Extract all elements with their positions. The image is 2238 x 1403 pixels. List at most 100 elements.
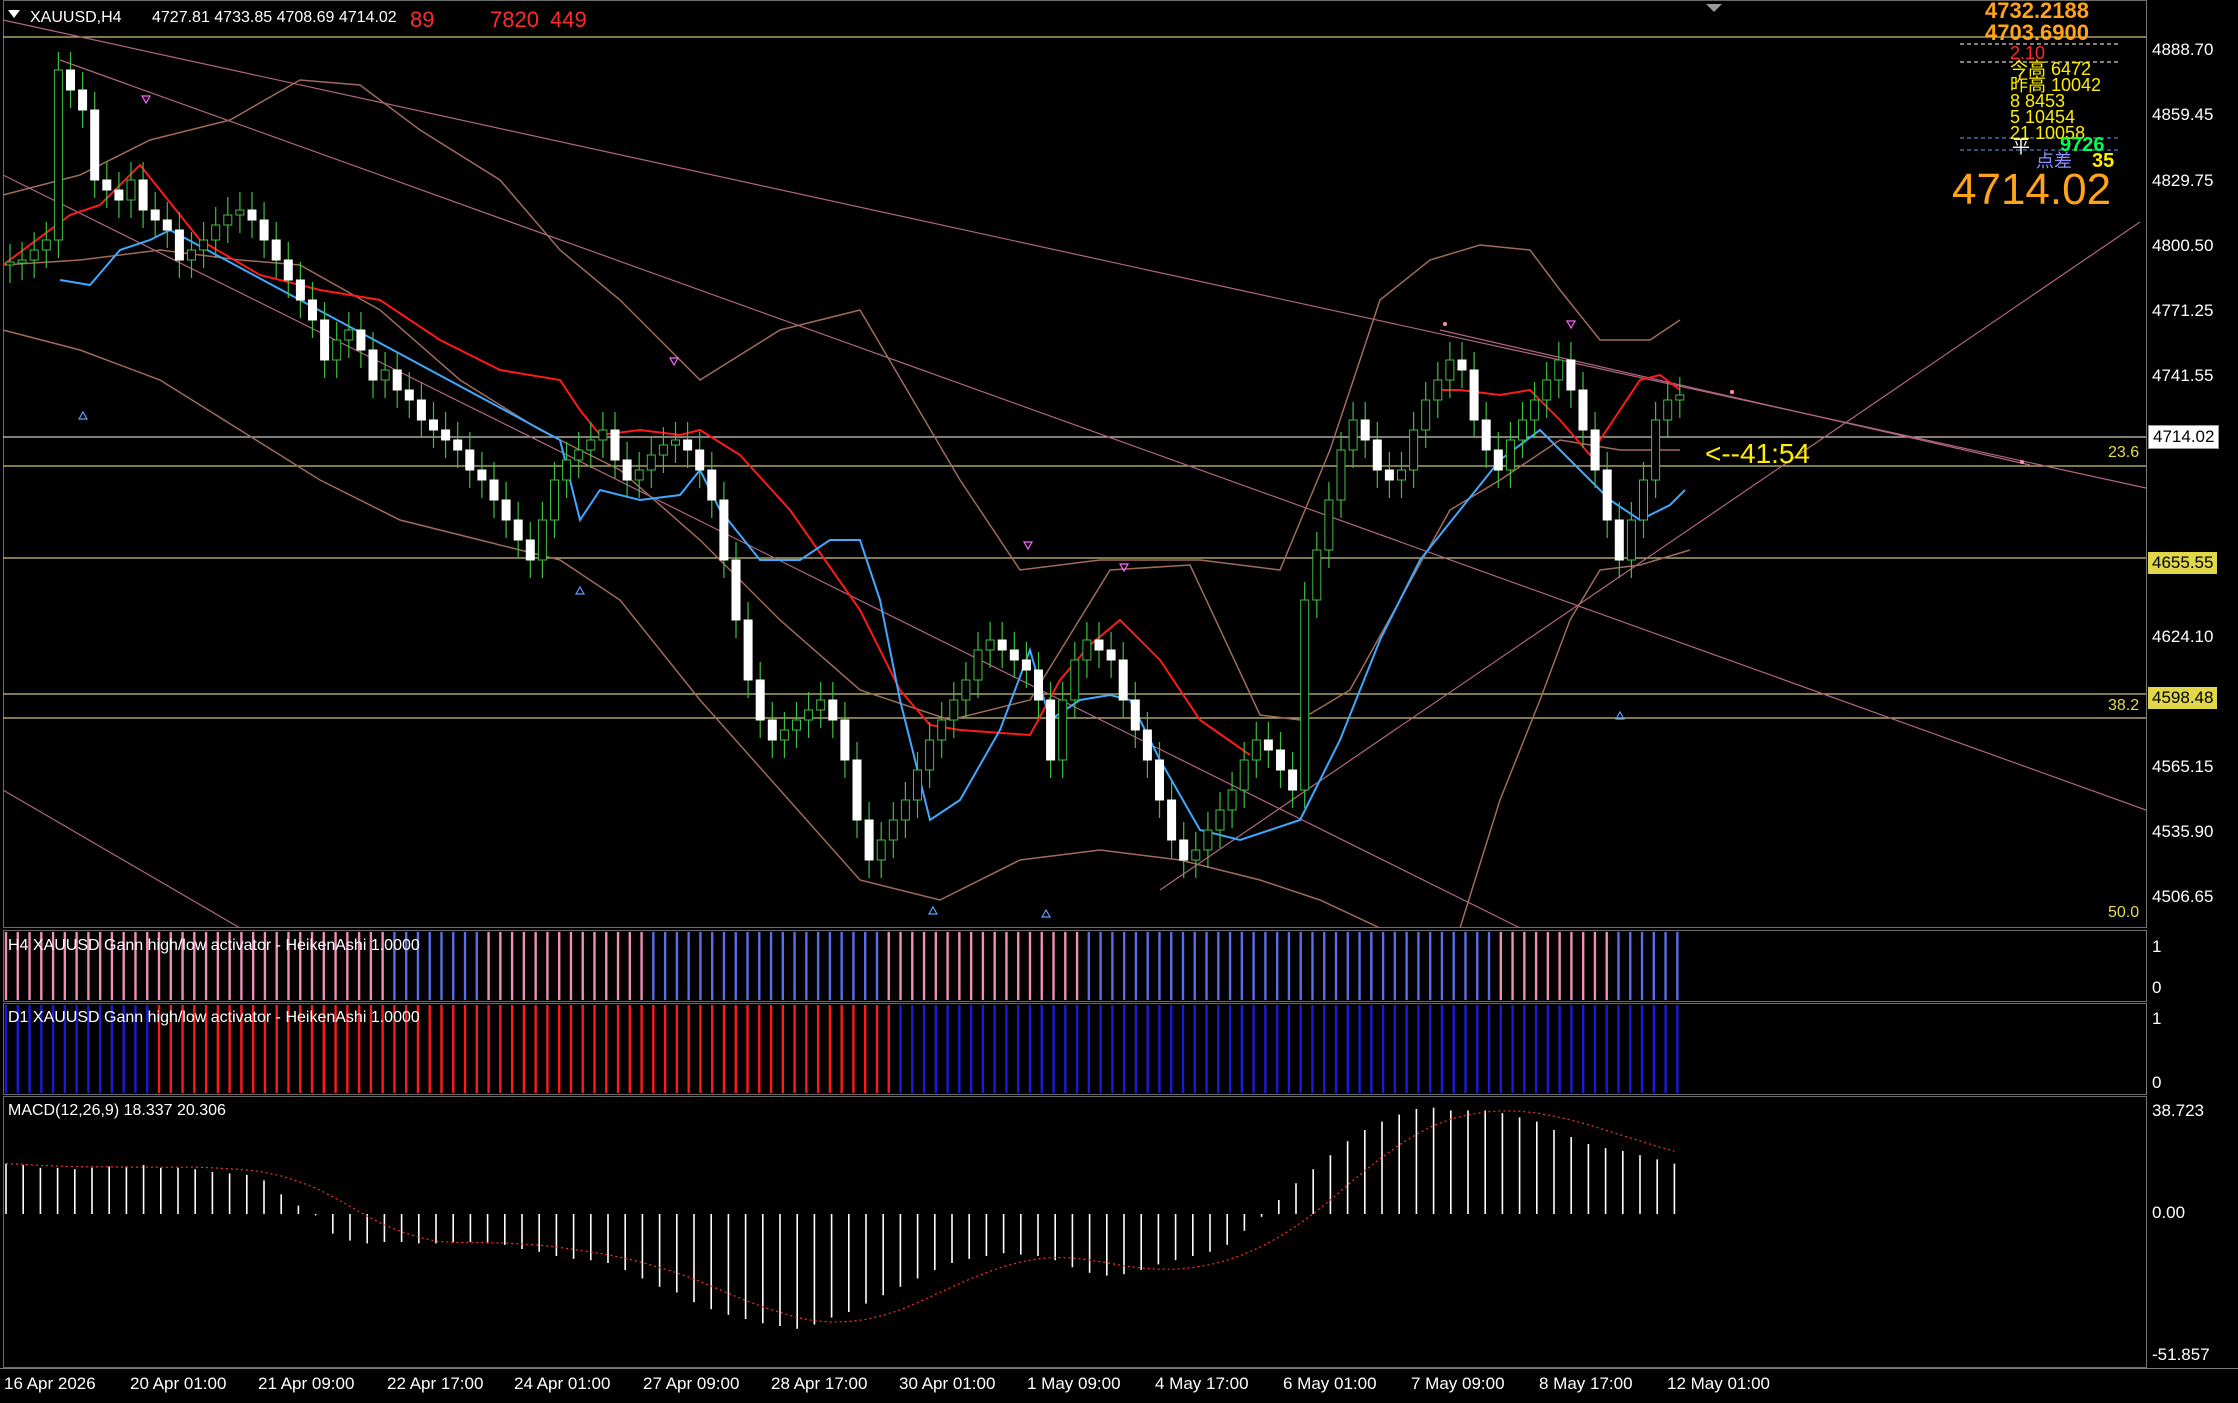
- candle-body: [671, 439, 680, 446]
- candle-body: [1614, 519, 1624, 561]
- ohlc-values: 4727.81 4733.85 4708.69 4714.02: [152, 9, 397, 26]
- candle-body: [743, 619, 753, 681]
- candle-body: [731, 559, 741, 621]
- yellow-price-tag-lower: 4598.48: [2148, 687, 2218, 709]
- time-label: 1 May 09:00: [1027, 1374, 1121, 1393]
- candle-body: [17, 259, 27, 264]
- candle-body: [586, 439, 596, 451]
- overlay-text-a: 89: [410, 7, 435, 32]
- candle-body: [1300, 599, 1310, 791]
- candle-body: [90, 109, 100, 181]
- candle-body: [1360, 419, 1370, 441]
- collapse-arrow-icon[interactable]: [8, 10, 20, 18]
- candle-body: [162, 219, 172, 231]
- price-tick: 4829.75: [2152, 171, 2214, 190]
- gann-d1-scale-bottom: 0: [2152, 1073, 2162, 1092]
- info-row-9-label: 平: [2012, 137, 2030, 157]
- candle-body: [271, 239, 281, 261]
- candle-body: [1457, 359, 1467, 371]
- candle-body: [332, 339, 342, 361]
- time-label: 7 May 09:00: [1411, 1374, 1505, 1393]
- candle-body: [1602, 469, 1612, 521]
- down-arrow-icon: [1565, 320, 1577, 330]
- candle-body: [1469, 369, 1479, 421]
- candle-body: [1070, 659, 1080, 701]
- gann-h4-scale-bottom: 0: [2152, 978, 2162, 997]
- candle-body: [961, 679, 971, 701]
- candle-body: [973, 649, 983, 681]
- trend-line: [2, 174, 1521, 928]
- macd-scale-bottom: -51.857: [2152, 1345, 2210, 1364]
- scroll-marker-icon[interactable]: [1706, 4, 1722, 12]
- candle-body: [1288, 769, 1298, 791]
- price-tick: 4859.45: [2152, 105, 2214, 124]
- time-label: 24 Apr 01:00: [514, 1374, 611, 1393]
- price-chart-svg[interactable]: [0, 0, 2146, 928]
- price-tick: 4741.55: [2152, 366, 2214, 385]
- candle-body: [1118, 659, 1128, 701]
- candle-body: [1312, 549, 1322, 601]
- yellow-price-tag-upper: 4655.55: [2148, 552, 2218, 574]
- time-label: 27 Apr 09:00: [643, 1374, 740, 1393]
- candle-body: [816, 699, 826, 711]
- candle-body: [380, 369, 390, 381]
- down-arrow-icon: [140, 95, 152, 105]
- macd-title: MACD(12,26,9) 18.337 20.306: [8, 1102, 226, 1119]
- symbol-timeframe: XAUUSD,H4: [30, 9, 122, 26]
- gann-h4-title: H4 XAUUSD Gann high/low activator - Heik…: [8, 937, 420, 954]
- trend-anchor-dot: [1443, 322, 1447, 326]
- candle-body: [622, 459, 632, 481]
- candle-body: [1009, 649, 1019, 661]
- candle-body: [598, 429, 608, 441]
- candle-body: [1372, 439, 1382, 471]
- candle-body: [1203, 829, 1213, 851]
- candle-body: [211, 224, 221, 241]
- band-upper: [2, 79, 1681, 571]
- price-axis[interactable]: [2146, 0, 2238, 928]
- candle-body: [537, 519, 547, 561]
- candle-body: [1493, 449, 1503, 471]
- price-tick: 4624.10: [2152, 627, 2214, 646]
- overlay-text-c: 449: [550, 7, 587, 32]
- candle-body: [1082, 639, 1092, 661]
- candle-body: [1276, 749, 1285, 771]
- candle-body: [320, 319, 330, 361]
- price-tick: 4771.25: [2152, 301, 2214, 320]
- candle-body: [1251, 739, 1261, 761]
- macd-scale-top: 38.723: [2152, 1101, 2204, 1120]
- up-arrow-icon: [574, 585, 586, 595]
- candle-body: [1542, 379, 1552, 401]
- up-arrow-icon: [77, 410, 89, 420]
- time-label: 12 May 01:00: [1667, 1374, 1771, 1393]
- candle-body: [453, 439, 463, 451]
- fib-level-50-0: 50.0: [2108, 904, 2140, 921]
- candle-body: [295, 279, 305, 301]
- macd-scale-zero: 0.00: [2152, 1203, 2186, 1222]
- candle-body: [1336, 449, 1346, 501]
- candle-body: [1445, 359, 1455, 381]
- candle-body: [356, 329, 366, 351]
- price-tick: 4565.15: [2152, 757, 2214, 776]
- time-label: 21 Apr 09:00: [258, 1374, 355, 1393]
- bar-countdown: <--41:54: [1705, 438, 1811, 469]
- candle-body: [283, 259, 293, 281]
- candle-body: [1130, 699, 1140, 731]
- candle-body: [308, 299, 317, 321]
- candle-body: [719, 499, 729, 561]
- candle-body: [368, 349, 378, 381]
- candle-body: [501, 499, 511, 521]
- candle-body: [779, 729, 789, 741]
- candle-body: [1142, 729, 1152, 761]
- candle-body: [1481, 419, 1491, 451]
- candle-body: [852, 759, 862, 821]
- candle-body: [804, 709, 814, 721]
- candle-body: [550, 479, 559, 521]
- candle-body: [864, 819, 874, 861]
- info-row-1: 4732.2188: [1985, 0, 2089, 23]
- candle-body: [985, 639, 995, 651]
- candle-body: [1639, 479, 1648, 521]
- candle-body: [1626, 519, 1636, 561]
- candle-body: [755, 679, 765, 721]
- candle-body: [1155, 759, 1164, 801]
- time-label: 20 Apr 01:00: [130, 1374, 227, 1393]
